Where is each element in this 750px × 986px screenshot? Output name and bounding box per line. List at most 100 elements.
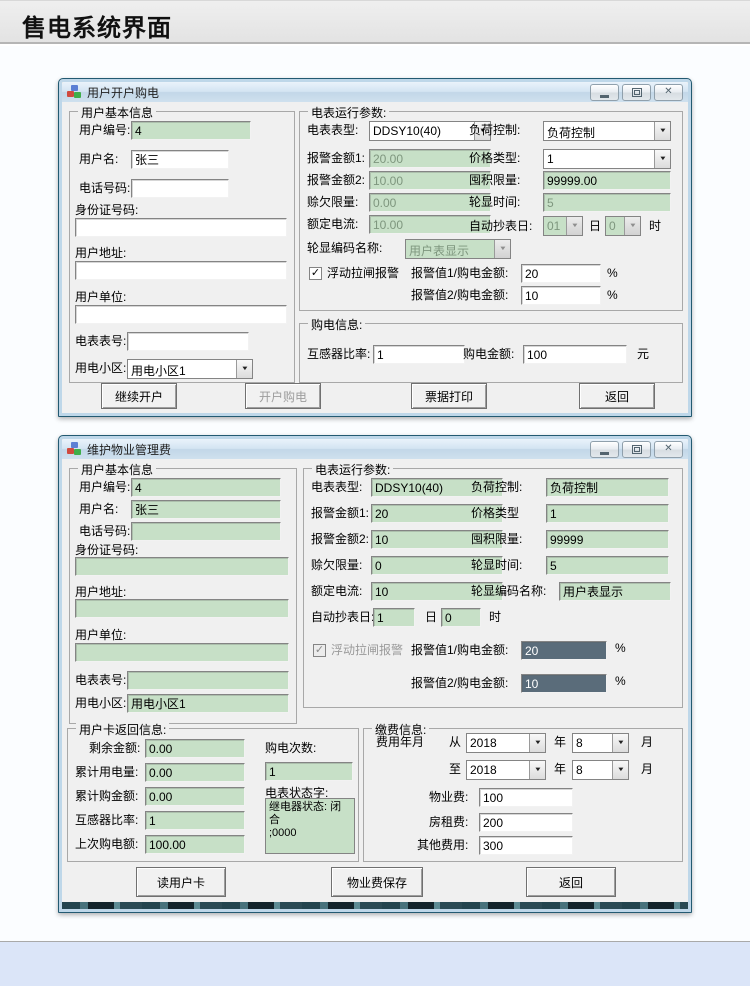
float-alarm-checkbox[interactable]: ✓ [313,644,326,657]
maximize-button[interactable] [622,84,651,101]
last-purchase-field[interactable] [145,835,245,854]
cycle-code-label: 轮显编码名称: [471,582,546,601]
card-info-group-title: 用户卡返回信息: [76,721,169,738]
meter-no-field[interactable] [127,332,249,351]
unit-field[interactable] [75,305,287,324]
to-month-select[interactable]: 8 ▼ [572,760,629,780]
save-property-fee-button[interactable]: 物业费保存 [331,867,423,897]
purchase-amount-label: 购电金额: [463,345,514,364]
load-control-field[interactable] [546,478,669,497]
cycle-code-field[interactable] [559,582,671,601]
balance-field[interactable] [145,739,245,758]
float-alarm-label: 浮动拉闸报警 [331,641,403,660]
dropdown-arrow-icon[interactable]: ▼ [566,217,582,235]
alarm-pct1-field[interactable] [521,641,607,660]
dropdown-arrow-icon[interactable]: ▼ [612,734,628,752]
from-year-select[interactable]: 2018 ▼ [466,733,546,753]
titlebar[interactable]: 维护物业管理费 ✕ [62,439,688,459]
purchase-amount-field[interactable] [523,345,627,364]
read-card-button[interactable]: 读用户卡 [136,867,226,897]
float-alarm-checkbox[interactable]: ✓ [309,267,322,280]
address-field[interactable] [75,261,287,280]
property-fee-field[interactable] [479,788,573,807]
user-name-field[interactable] [131,500,281,519]
auto-read-hour-field[interactable] [441,608,481,627]
price-type-label: 价格类型 [471,504,519,523]
phone-field[interactable] [131,522,281,541]
phone-field[interactable] [131,179,229,198]
load-control-select[interactable]: 负荷控制 ▼ [543,121,671,141]
cycle-time-field[interactable] [546,556,669,575]
arrow-glyph: ▼ [533,740,541,746]
from-month-select[interactable]: 8 ▼ [572,733,629,753]
back-button[interactable]: 返回 [579,383,655,409]
price-type-field[interactable] [546,504,669,523]
user-name-field[interactable] [131,150,229,169]
dropdown-arrow-icon[interactable]: ▼ [654,122,670,140]
auto-read-day-field[interactable] [373,608,415,627]
cycle-time-field[interactable] [543,193,671,212]
dropdown-arrow-icon[interactable]: ▼ [236,360,252,378]
id-card-field[interactable] [75,557,289,576]
minimize-button[interactable] [590,84,619,101]
arrow-glyph: ▼ [616,740,624,746]
minimize-button[interactable] [590,441,619,458]
auto-read-hour-select[interactable]: 0 ▼ [605,216,641,236]
other-fee-field[interactable] [479,836,573,855]
print-receipt-button[interactable]: 票据打印 [411,383,487,409]
continue-open-button[interactable]: 继续开户 [101,383,177,409]
check-icon: ✓ [311,268,320,279]
ct-ratio-field[interactable] [145,811,245,830]
dropdown-arrow-icon[interactable]: ▼ [494,240,510,258]
user-id-field[interactable] [131,478,281,497]
to-year-select[interactable]: 2018 ▼ [466,760,546,780]
auto-read-day-select[interactable]: 01 ▼ [543,216,583,236]
arrow-glyph: ▼ [570,223,578,229]
cycle-code-select[interactable]: 用户表显示 ▼ [405,239,511,259]
cycle-time-label: 轮显时间: [471,556,522,575]
open-purchase-button[interactable]: 开户购电 [245,383,321,409]
purchase-count-field[interactable] [265,762,353,781]
alarm-pct2-field[interactable] [521,286,601,305]
open-account-dialog: 用户开户购电 ✕ 用户基本信息 用户编号: 用户名: 电话号码: 身份证号码: … [58,78,692,417]
district-select[interactable]: 用电小区1 ▼ [127,359,253,379]
meter-no-field[interactable] [127,671,289,690]
app-icon [67,442,82,456]
rent-fee-field[interactable] [479,813,573,832]
hoard-limit-field[interactable] [543,171,671,190]
total-energy-label: 累计用电量: [75,763,138,782]
dialog-title: 用户开户购电 [87,84,159,101]
dropdown-arrow-icon[interactable]: ▼ [624,217,640,235]
total-amount-field[interactable] [145,787,245,806]
meter-status-field[interactable]: 继电器状态: 闭合 ;0000 [265,798,355,854]
unit-label: 用户单位: [75,290,126,304]
dropdown-arrow-icon[interactable]: ▼ [654,150,670,168]
user-id-field[interactable] [131,121,251,140]
hoard-limit-field[interactable] [546,530,669,549]
dropdown-arrow-icon[interactable]: ▼ [529,734,545,752]
address-label: 用户地址: [75,585,126,599]
unit-field[interactable] [75,643,289,662]
close-button[interactable]: ✕ [654,84,683,101]
bottom-strip [0,941,750,986]
back-button[interactable]: 返回 [526,867,616,897]
maximize-button[interactable] [622,441,651,458]
arrow-glyph: ▼ [658,156,666,162]
cycle-code-value: 用户表显示 [406,240,494,258]
alarm-pct1-field[interactable] [521,264,601,283]
total-amount-label: 累计购金额: [75,787,138,806]
page-header: 售电系统界面 [0,0,750,44]
district-field[interactable] [127,694,289,713]
id-card-field[interactable] [75,218,287,237]
ct-ratio-field[interactable] [373,345,465,364]
minimize-icon [600,452,609,455]
price-type-select[interactable]: 1 ▼ [543,149,671,169]
close-button[interactable]: ✕ [654,441,683,458]
dropdown-arrow-icon[interactable]: ▼ [612,761,628,779]
total-energy-field[interactable] [145,763,245,782]
window-controls: ✕ [590,84,683,101]
dropdown-arrow-icon[interactable]: ▼ [529,761,545,779]
titlebar[interactable]: 用户开户购电 ✕ [62,82,688,102]
alarm-pct2-field[interactable] [521,674,607,693]
address-field[interactable] [75,599,289,618]
